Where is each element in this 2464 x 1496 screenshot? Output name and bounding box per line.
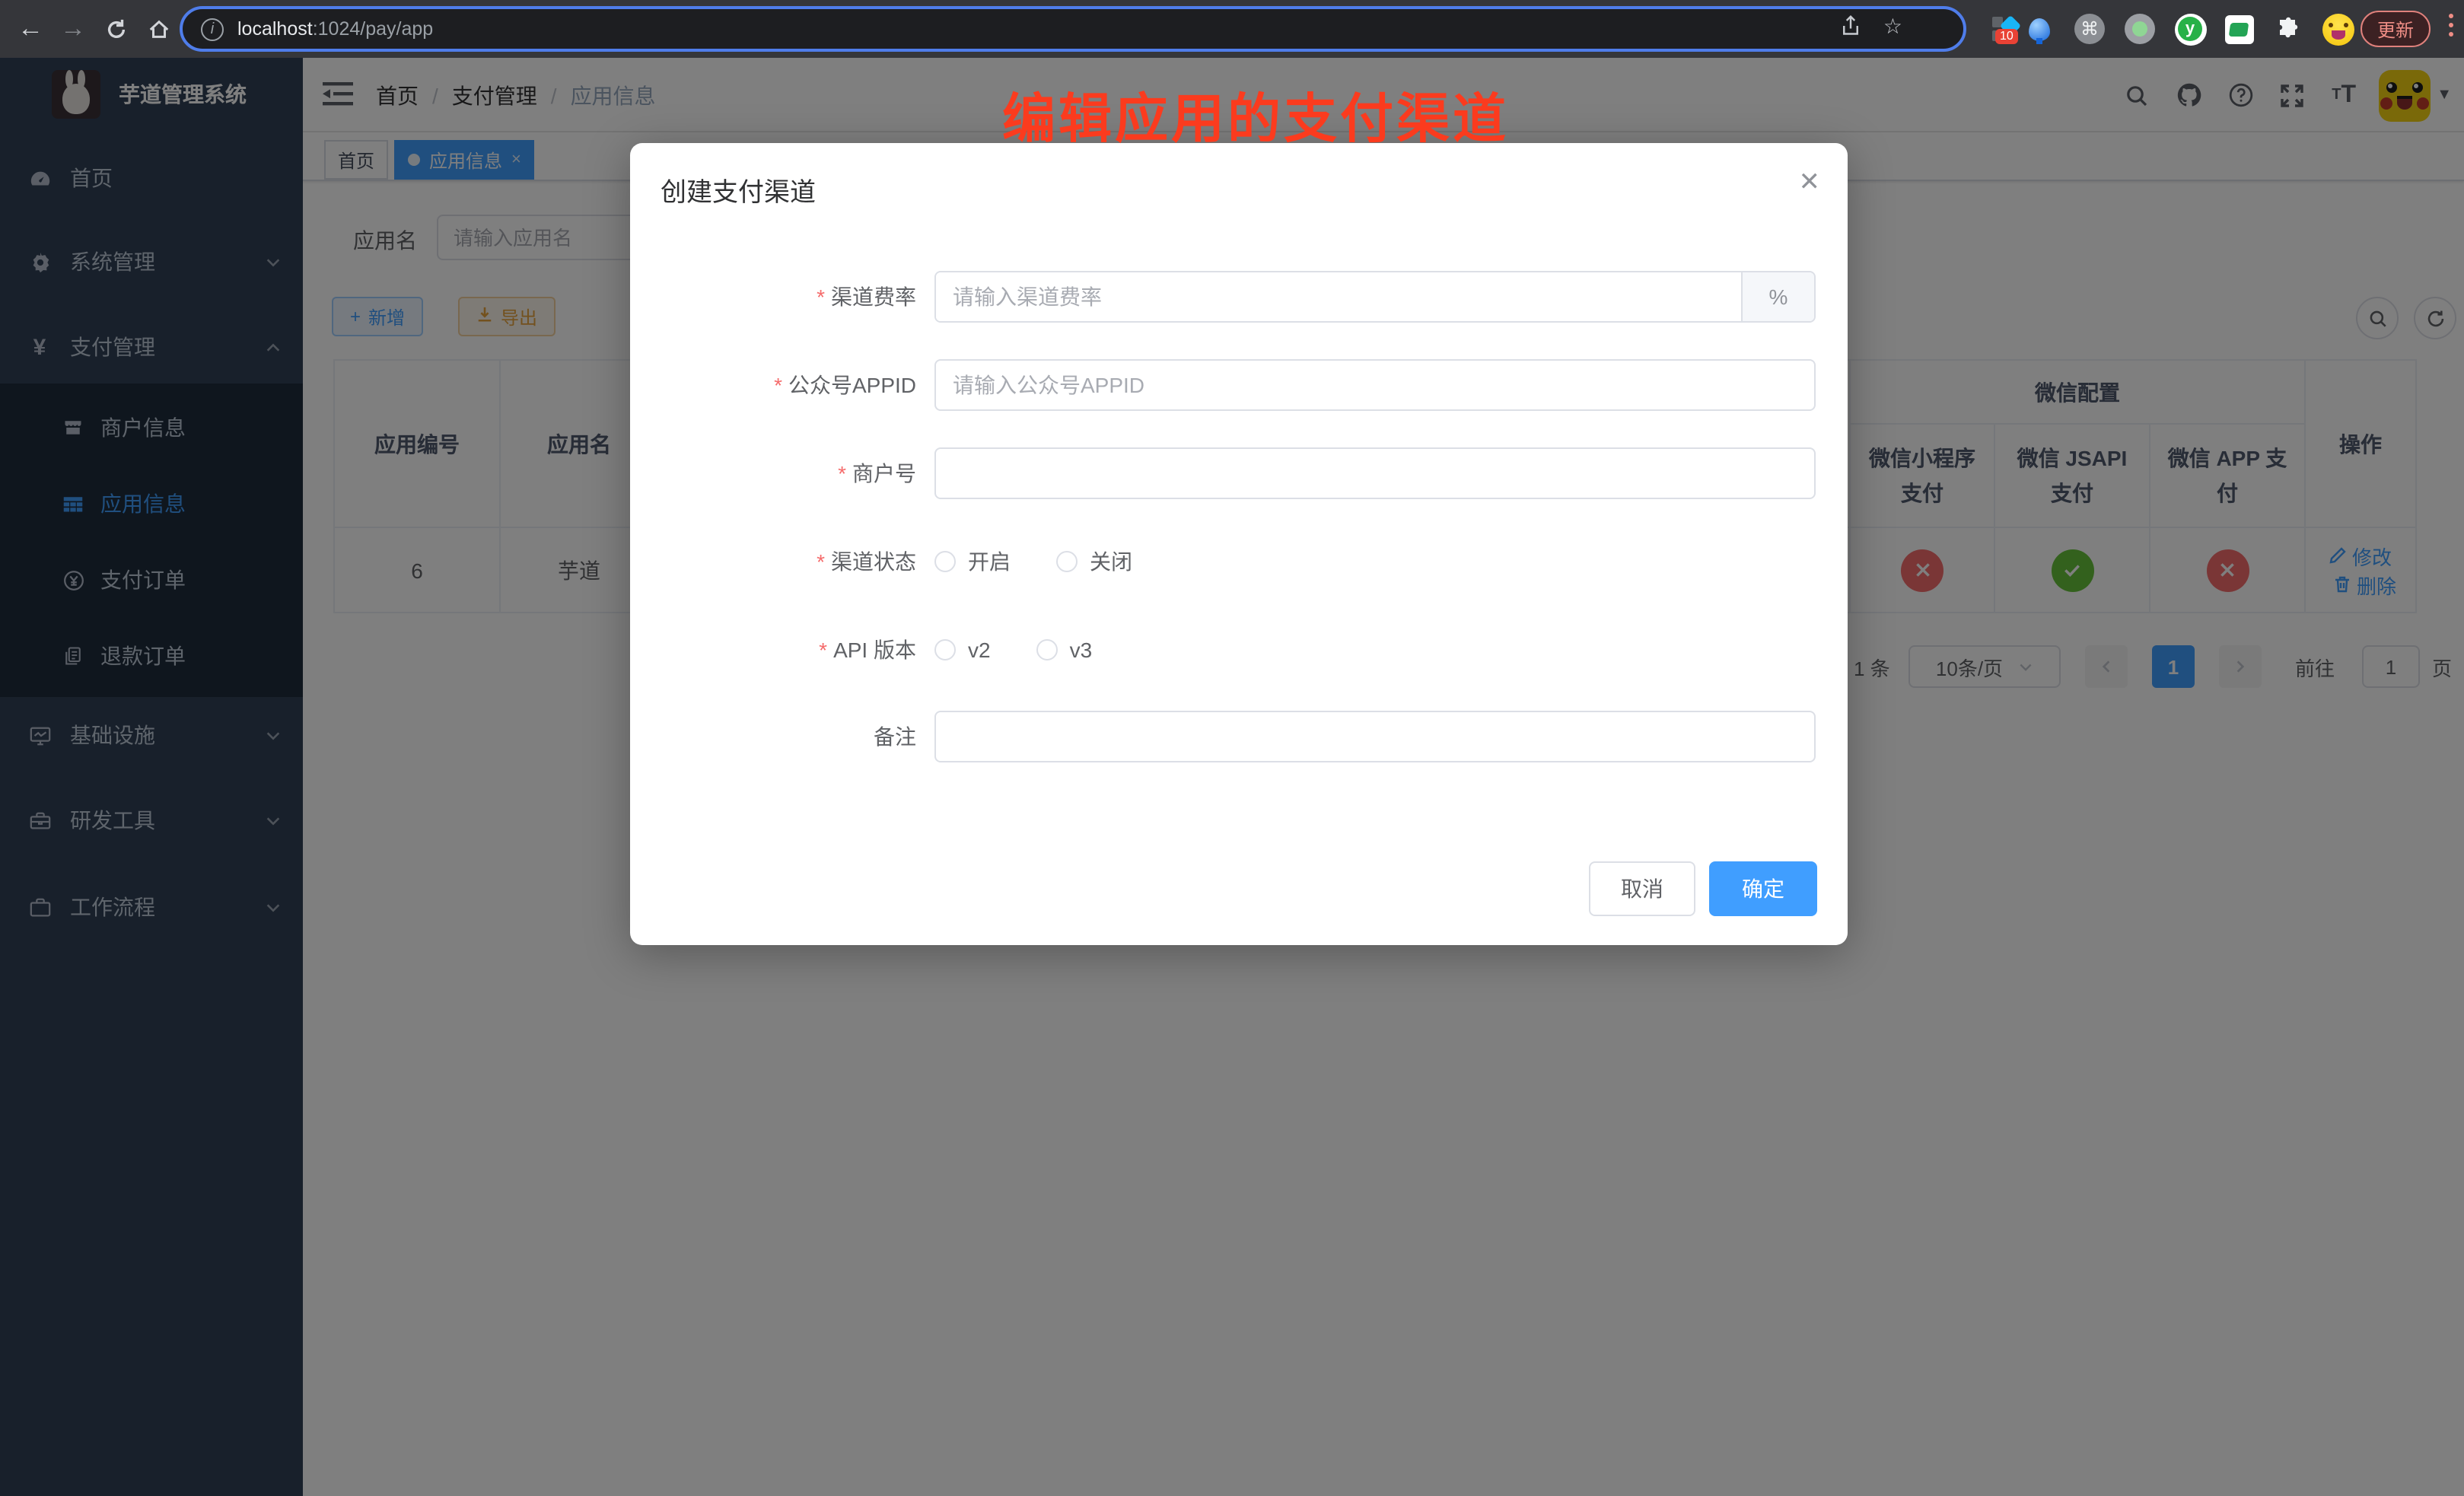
status-label: *渠道状态 [630, 536, 916, 587]
extensions-puzzle-icon[interactable] [2271, 11, 2307, 47]
rate-field: % [934, 271, 1816, 323]
status-radio-group: 开启 关闭 [934, 536, 1132, 587]
extension-icon-chat[interactable] [2220, 11, 2257, 47]
api-version-label: *API 版本 [630, 624, 916, 676]
share-icon[interactable] [1841, 14, 1862, 43]
extension-icon-balloon[interactable] [2021, 11, 2058, 47]
dialog-close-icon[interactable]: ✕ [1799, 167, 1821, 198]
status-off-radio[interactable] [1056, 551, 1078, 572]
rate-label: *渠道费率 [630, 271, 916, 323]
extension-icon-recorder[interactable] [2122, 11, 2158, 47]
percent-suffix: % [1741, 272, 1814, 321]
extension-badge: 10 [1995, 29, 2018, 44]
browser-menu-icon[interactable] [2449, 14, 2455, 37]
annotation-text: 编辑应用的支付渠道 [852, 76, 1659, 154]
appid-label: *公众号APPID [630, 359, 916, 411]
browser-update-button[interactable]: 更新 [2361, 11, 2431, 47]
status-on-radio[interactable] [934, 551, 956, 572]
remark-input[interactable] [934, 711, 1816, 762]
extension-icon-command[interactable]: ⌘ [2071, 11, 2108, 47]
site-info-icon[interactable]: i [201, 18, 224, 40]
merchant-input[interactable] [934, 447, 1816, 499]
confirm-button[interactable]: 确定 [1709, 861, 1817, 916]
browser-reload-icon[interactable] [94, 0, 137, 58]
browser-forward-icon[interactable]: → [52, 0, 94, 58]
dialog-title: 创建支付渠道 [661, 170, 816, 208]
app-page: 芋道管理系统 首页 系统管理 ¥ 支付管理 [0, 58, 2464, 1496]
browser-back-icon[interactable]: ← [9, 0, 52, 58]
api-version-radio-group: v2 v3 [934, 624, 1092, 676]
cancel-button[interactable]: 取消 [1589, 861, 1695, 916]
browser-home-icon[interactable] [137, 0, 180, 58]
create-payment-channel-dialog: 创建支付渠道 ✕ *渠道费率 % *公众号APPID *商户号 *渠道状态 开启… [630, 143, 1848, 945]
bookmark-star-icon[interactable]: ☆ [1883, 14, 1902, 43]
remark-label: 备注 [630, 711, 916, 762]
appid-input[interactable] [934, 359, 1816, 411]
profile-avatar-emoji[interactable] [2319, 11, 2356, 47]
api-v3-radio[interactable] [1036, 639, 1058, 660]
browser-toolbar: ← → i localhost:1024/pay/app ☆ 10 [0, 0, 2464, 58]
merchant-label: *商户号 [630, 447, 916, 499]
extension-icon-tabs[interactable]: 10 [1986, 11, 2023, 47]
extension-icon-y[interactable]: y [2172, 11, 2208, 47]
address-bar[interactable]: i localhost:1024/pay/app ☆ [180, 6, 1966, 52]
api-v2-radio[interactable] [934, 639, 956, 660]
url-text: localhost:1024/pay/app [237, 18, 433, 40]
rate-input[interactable] [936, 272, 1741, 321]
